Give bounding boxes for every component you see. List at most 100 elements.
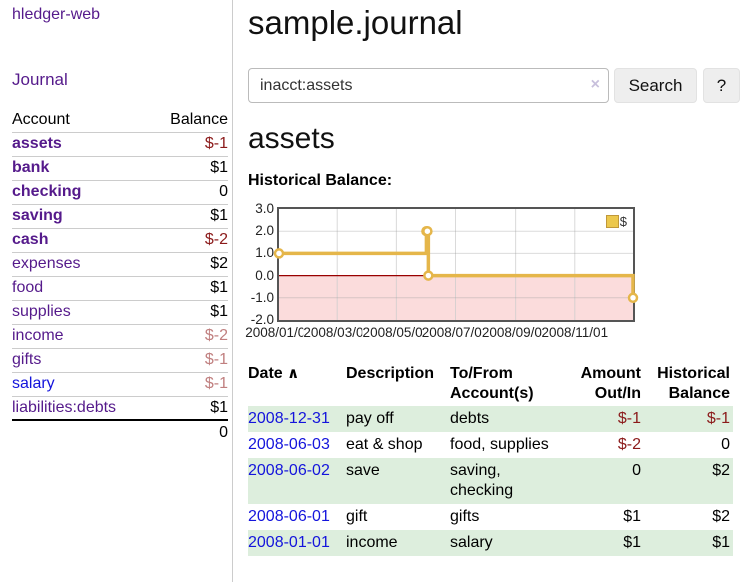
transaction-balance: $2 xyxy=(644,458,733,504)
transaction-description: eat & shop xyxy=(346,432,450,458)
app-brand-link[interactable]: hledger-web xyxy=(12,6,100,24)
transaction-row: 2008-01-01incomesalary$1$1 xyxy=(248,530,733,556)
account-row: gifts $-1 xyxy=(12,348,228,372)
chart-legend: $ xyxy=(606,214,627,229)
account-balance: $2 xyxy=(151,252,228,276)
x-axis-tick-label: 2008/03/01 xyxy=(303,325,371,341)
account-row: food $1 xyxy=(12,276,228,300)
account-row: income$-2 xyxy=(12,324,228,348)
amount-column-header: Amount Out/In xyxy=(564,362,644,406)
transaction-row: 2008-06-03eat & shopfood, supplies$-20 xyxy=(248,432,733,458)
transaction-date-link[interactable]: 2008-06-03 xyxy=(248,436,330,453)
account-row: bank $1 xyxy=(12,156,228,180)
page-title: sample.journal xyxy=(248,4,463,42)
account-row: salary $-1 xyxy=(12,372,228,396)
x-axis-tick-label: 2008/09/01 xyxy=(482,325,550,341)
accounts-total-row: 0 xyxy=(12,420,228,444)
transaction-description: save xyxy=(346,458,450,504)
register-header-row: Date ∧ Description To/From Account(s) Am… xyxy=(248,362,733,406)
accounts-table-header-row: Account Balance xyxy=(12,108,228,132)
account-balance: 0 xyxy=(151,180,228,204)
transaction-row: 2008-06-01giftgifts$1$2 xyxy=(248,504,733,530)
balance-chart-svg xyxy=(279,209,633,320)
search-button[interactable]: Search xyxy=(614,68,697,103)
account-balance: $1 xyxy=(151,204,228,228)
legend-label: $ xyxy=(620,214,627,229)
legend-swatch xyxy=(606,215,619,228)
transaction-date-link[interactable]: 2008-12-31 xyxy=(248,410,330,427)
search-input[interactable] xyxy=(248,68,609,103)
sidebar-account-link[interactable]: supplies xyxy=(12,303,71,320)
sidebar: hledger-web Journal Account Balance asse… xyxy=(0,0,233,582)
sidebar-account-link[interactable]: cash xyxy=(12,231,48,248)
historical-balance-chart: $ 3.02.01.00.0-1.0-2.0 2008/01/012008/03… xyxy=(248,200,708,345)
register-table-body: 2008-12-31pay offdebts$-1$-12008-06-03ea… xyxy=(248,406,733,556)
sidebar-account-link[interactable]: checking xyxy=(12,183,81,200)
y-axis-tick-label: 2.0 xyxy=(248,222,274,240)
transaction-description: gift xyxy=(346,504,450,530)
account-balance: $1 xyxy=(151,156,228,180)
sidebar-account-link[interactable]: expenses xyxy=(12,255,81,272)
accounts-total-value: 0 xyxy=(151,420,228,444)
y-axis-tick-label: -1.0 xyxy=(248,289,274,307)
transaction-row: 2008-06-02savesaving, checking0$2 xyxy=(248,458,733,504)
sidebar-account-link[interactable]: saving xyxy=(12,207,63,224)
transaction-amount: $-2 xyxy=(564,432,644,458)
search-bar: × Search ? xyxy=(248,68,740,103)
register-table: Date ∧ Description To/From Account(s) Am… xyxy=(248,362,733,556)
account-row: checking 0 xyxy=(12,180,228,204)
y-axis-tick-label: 0.0 xyxy=(248,267,274,285)
account-balance: $-1 xyxy=(151,372,228,396)
account-balance: $-2 xyxy=(151,228,228,252)
account-balance: $1 xyxy=(151,396,228,420)
clear-search-icon[interactable]: × xyxy=(591,76,600,94)
account-column-header: Account xyxy=(12,108,151,132)
transaction-row: 2008-12-31pay offdebts$-1$-1 xyxy=(248,406,733,432)
accounts-total-spacer xyxy=(12,420,151,444)
account-balance: $-1 xyxy=(151,348,228,372)
date-column-header[interactable]: Date ∧ xyxy=(248,362,346,406)
balance-column-header: Balance xyxy=(151,108,228,132)
transaction-accounts: salary xyxy=(450,530,564,556)
account-row: saving $1 xyxy=(12,204,228,228)
sidebar-account-link[interactable]: assets xyxy=(12,135,62,152)
sidebar-account-link[interactable]: food xyxy=(12,279,43,296)
description-column-header: Description xyxy=(346,362,450,406)
sidebar-account-link[interactable]: income xyxy=(12,327,64,344)
transaction-accounts: debts xyxy=(450,406,564,432)
accounts-column-header: To/From Account(s) xyxy=(450,362,564,406)
sidebar-account-link[interactable]: bank xyxy=(12,159,49,176)
accounts-table: Account Balance assets $-1 bank $1 checking 0… xyxy=(12,108,228,444)
chart-label: Historical Balance: xyxy=(248,172,392,190)
transaction-description: income xyxy=(346,530,450,556)
transaction-balance: $2 xyxy=(644,504,733,530)
account-row: expenses $2 xyxy=(12,252,228,276)
account-balance: $-1 xyxy=(151,132,228,156)
sidebar-account-link[interactable]: liabilities:debts xyxy=(12,399,116,416)
transaction-date-link[interactable]: 2008-01-01 xyxy=(248,534,330,551)
account-row: supplies$1 xyxy=(12,300,228,324)
account-balance: $1 xyxy=(151,276,228,300)
transaction-accounts: gifts xyxy=(450,504,564,530)
y-axis-tick-label: 1.0 xyxy=(248,244,274,262)
main-content: sample.journal × Search ? assets Histori… xyxy=(233,0,742,582)
account-row: cash $-2 xyxy=(12,228,228,252)
transaction-date-link[interactable]: 2008-06-01 xyxy=(248,508,330,525)
transaction-balance: $1 xyxy=(644,530,733,556)
chart-plot-area: $ xyxy=(277,207,635,322)
x-axis-tick-label: 2008/07/01 xyxy=(422,325,490,341)
transaction-accounts: saving, checking xyxy=(450,458,564,504)
sidebar-account-link[interactable]: gifts xyxy=(12,351,41,368)
search-input-wrap: × xyxy=(248,68,609,103)
account-heading: assets xyxy=(248,122,335,156)
account-row: assets $-1 xyxy=(12,132,228,156)
y-axis-tick-label: 3.0 xyxy=(248,200,274,218)
sort-ascending-icon: ∧ xyxy=(287,365,299,382)
x-axis-tick-label: 2008/05/01 xyxy=(363,325,431,341)
sidebar-item-journal[interactable]: Journal xyxy=(12,70,68,90)
transaction-date-link[interactable]: 2008-06-02 xyxy=(248,462,330,479)
help-button[interactable]: ? xyxy=(703,68,740,103)
sidebar-account-link[interactable]: salary xyxy=(12,375,55,392)
balance-column-header-register: Historical Balance xyxy=(644,362,733,406)
transaction-description: pay off xyxy=(346,406,450,432)
